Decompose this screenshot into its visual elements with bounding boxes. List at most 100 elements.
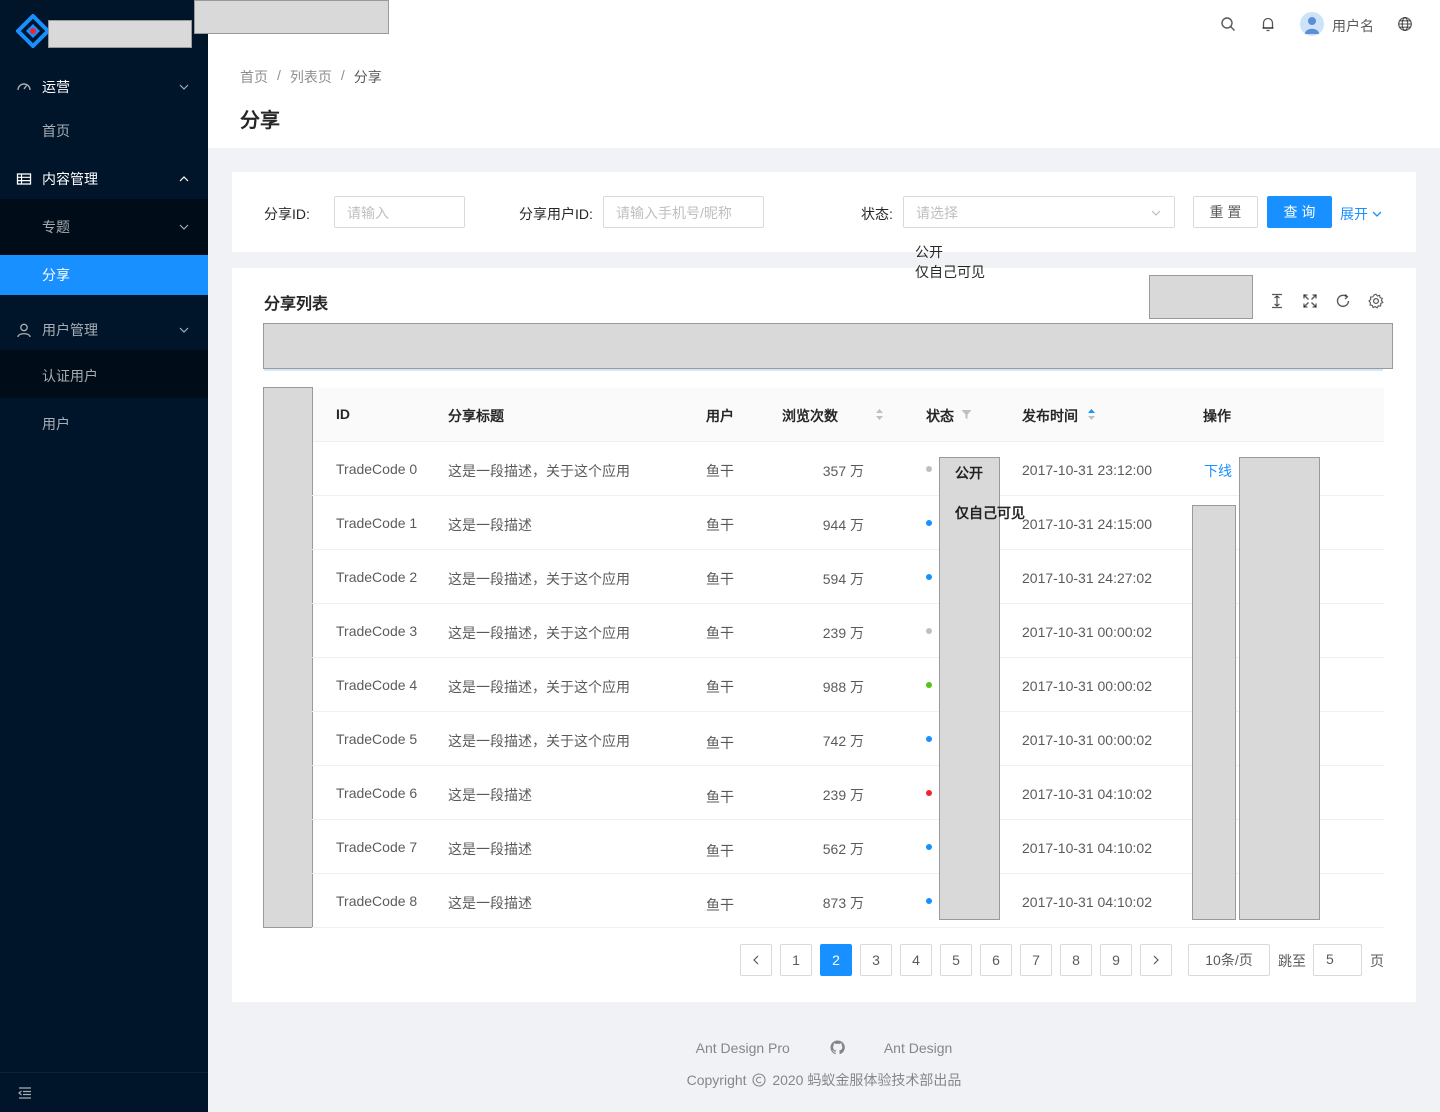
github-icon[interactable]: [830, 1040, 845, 1055]
cell-views: 357 万: [822, 463, 864, 479]
menu-verified-user-label: 认证用户: [42, 368, 98, 384]
column-header-action: 操作: [1203, 408, 1231, 424]
menu-topic-label: 专题: [42, 219, 70, 235]
footer-link-antd[interactable]: Ant Design: [884, 1040, 952, 1056]
status-dot: [926, 574, 932, 580]
status-dropdown-placeholder: [939, 457, 1000, 920]
column-header-views[interactable]: 浏览次数: [782, 406, 838, 426]
menu-topic[interactable]: 专题: [0, 207, 208, 247]
pagination-item[interactable]: 1: [780, 944, 812, 976]
share-id-input[interactable]: 请输入: [334, 196, 465, 228]
reload-icon[interactable]: [1335, 293, 1351, 309]
menu-user-management[interactable]: 用户管理: [0, 310, 208, 350]
cell-views: 239 万: [822, 625, 864, 641]
chevron-right-icon: [1153, 955, 1159, 965]
cell-views: 988 万: [822, 679, 864, 695]
cell-id: TradeCode 0: [336, 461, 418, 477]
column-header-title: 分享标题: [448, 408, 504, 424]
cell-time: 2017-10-31 24:27:02: [1022, 570, 1152, 586]
page-header: 首页 / 列表页 / 分享 分享: [208, 48, 1440, 148]
status-option-private[interactable]: 仅自己可见: [915, 262, 985, 282]
avatar[interactable]: [1300, 12, 1324, 36]
reset-button[interactable]: 重 置: [1193, 196, 1258, 228]
pagination-item[interactable]: 2: [820, 944, 852, 976]
sidebar: 运营 首页 内容管理 专题 分享 用户管理 认证用户 用户: [0, 0, 208, 1112]
cell-id: TradeCode 1: [336, 515, 418, 531]
breadcrumb-list[interactable]: 列表页: [290, 67, 332, 87]
cell-title: 这是一段描述: [448, 787, 532, 803]
footer-link-pro[interactable]: Ant Design Pro: [696, 1040, 790, 1056]
menu-share[interactable]: 分享: [0, 255, 208, 295]
menu-operation[interactable]: 运营: [0, 67, 208, 107]
status-dot: [926, 682, 932, 688]
column-header-user: 用户: [706, 408, 734, 424]
query-button[interactable]: 查 询: [1267, 196, 1332, 228]
menu-operation-label: 运营: [42, 79, 70, 95]
jump-input[interactable]: 5: [1313, 944, 1362, 976]
cell-title: 这是一段描述: [448, 517, 532, 533]
menu-share-label: 分享: [42, 267, 70, 283]
pagination-item[interactable]: 3: [860, 944, 892, 976]
copyright-text: 2020 蚂蚁金服体验技术部出品: [772, 1072, 962, 1088]
pagination-item[interactable]: 7: [1020, 944, 1052, 976]
breadcrumb: 首页 / 列表页 / 分享: [240, 67, 382, 87]
sort-ascending-icon[interactable]: [1087, 408, 1096, 421]
pagination-item[interactable]: 9: [1100, 944, 1132, 976]
bell-icon[interactable]: [1260, 16, 1276, 32]
action-placeholder-b: [1239, 457, 1320, 920]
cell-views: 742 万: [822, 733, 864, 749]
sidebar-collapse-button[interactable]: [0, 1072, 208, 1112]
status-popup-private[interactable]: 仅自己可见: [955, 503, 1025, 523]
cell-id: TradeCode 4: [336, 677, 418, 693]
menu-content-management-label: 内容管理: [42, 171, 98, 187]
search-icon[interactable]: [1220, 16, 1236, 32]
alert-placeholder: [263, 323, 1393, 369]
status-dot: [926, 736, 932, 742]
sort-icon[interactable]: [875, 408, 884, 421]
global-icon[interactable]: [1397, 16, 1413, 32]
expand-link[interactable]: 展开: [1340, 204, 1383, 224]
cell-id: TradeCode 6: [336, 785, 418, 801]
fullscreen-icon[interactable]: [1302, 293, 1318, 309]
pagination-item[interactable]: 8: [1060, 944, 1092, 976]
menu-user[interactable]: 用户: [0, 404, 208, 444]
status-option-public[interactable]: 公开: [915, 242, 943, 262]
setting-icon[interactable]: [1368, 293, 1384, 309]
logo-icon[interactable]: [16, 14, 50, 48]
status-select[interactable]: 请选择: [903, 196, 1175, 228]
pagination-item[interactable]: 5: [940, 944, 972, 976]
offline-link[interactable]: 下线: [1204, 461, 1232, 481]
action-placeholder-a: [1192, 505, 1236, 920]
pagination-prev[interactable]: [740, 944, 772, 976]
breadcrumb-separator: /: [277, 67, 281, 83]
status-dot: [926, 790, 932, 796]
cell-views: 594 万: [822, 571, 864, 587]
status-dot: [926, 520, 932, 526]
copyright-icon: [752, 1073, 766, 1087]
menu-verified-user[interactable]: 认证用户: [0, 356, 208, 396]
column-header-time[interactable]: 发布时间: [1022, 406, 1078, 426]
breadcrumb-home[interactable]: 首页: [240, 67, 268, 87]
page-size-select[interactable]: 10条/页: [1188, 944, 1270, 976]
status-popup-public[interactable]: 公开: [955, 463, 983, 483]
cell-title: 这是一段描述，关于这个应用: [448, 625, 630, 641]
user-id-input[interactable]: 请输入手机号/昵称: [603, 196, 764, 228]
pagination-item[interactable]: 4: [900, 944, 932, 976]
username[interactable]: 用户名: [1332, 16, 1374, 36]
cell-id: TradeCode 2: [336, 569, 418, 585]
cell-title: 这是一段描述，关于这个应用: [448, 733, 630, 749]
cell-views: 944 万: [822, 517, 864, 533]
chevron-down-icon: [179, 224, 189, 230]
pagination-item[interactable]: 6: [980, 944, 1012, 976]
table-icon: [16, 173, 32, 185]
menu-home[interactable]: 首页: [0, 111, 208, 151]
logo-title-placeholder: [48, 20, 192, 48]
filter-icon[interactable]: [961, 409, 972, 420]
column-height-icon[interactable]: [1269, 293, 1285, 309]
cell-id: TradeCode 8: [336, 893, 418, 909]
status-dot: [926, 844, 932, 850]
pagination-next[interactable]: [1140, 944, 1172, 976]
menu-content-management[interactable]: 内容管理: [0, 159, 208, 199]
cell-time: 2017-10-31 04:10:02: [1022, 894, 1152, 910]
cell-user: 鱼干: [706, 679, 734, 695]
